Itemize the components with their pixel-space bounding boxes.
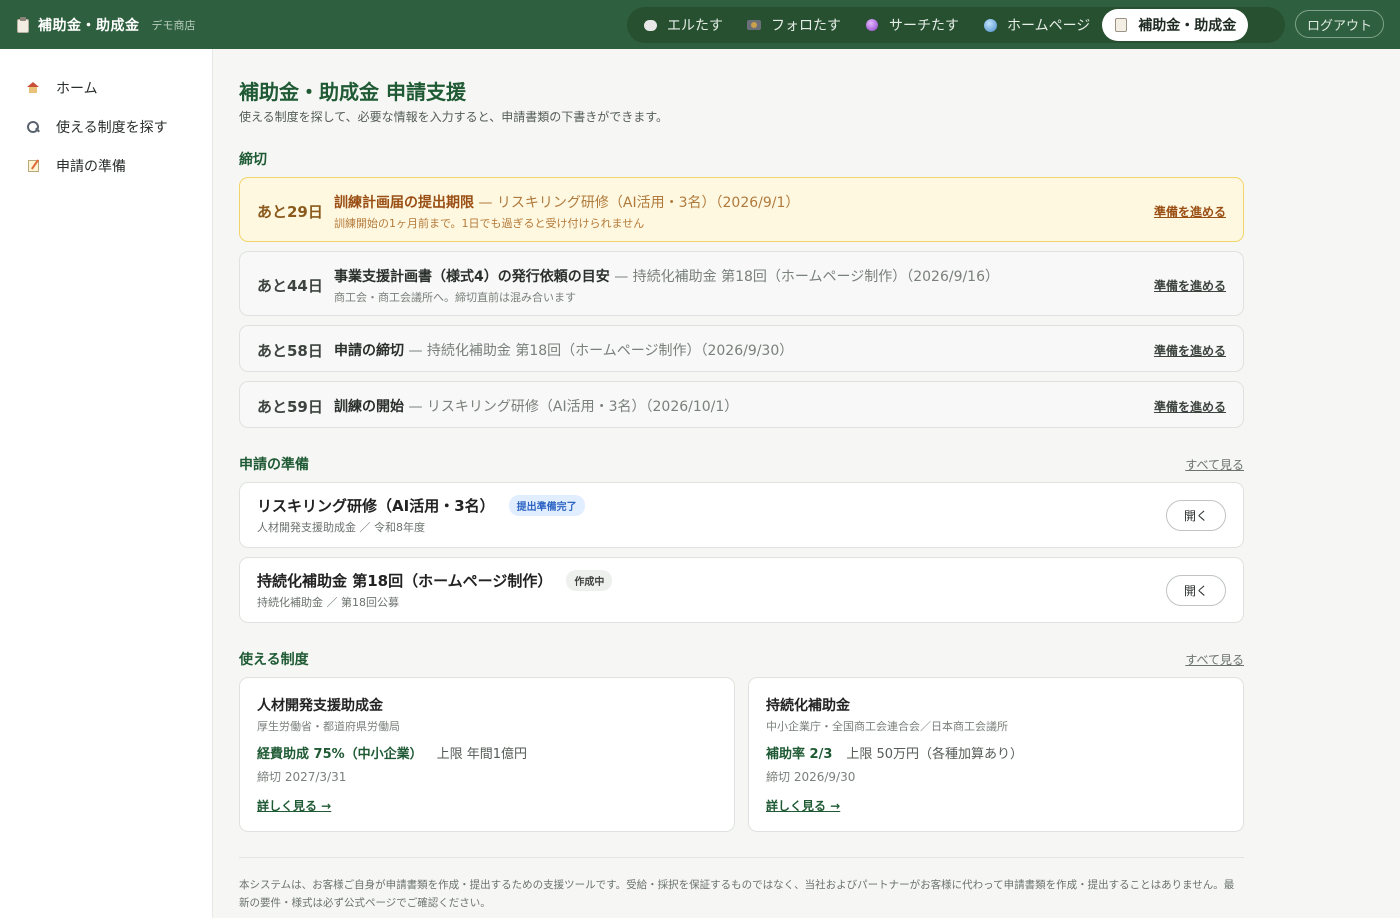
sidebar-item-search[interactable]: 使える制度を探す <box>0 107 212 146</box>
sidebar-item-prepare[interactable]: 申請の準備 <box>0 146 212 185</box>
program-name: 持続化補助金 <box>766 698 850 714</box>
deadline-title: 事業支援計画書（様式4）の発行依頼の目安 <box>334 269 610 285</box>
application-card[interactable]: 持続化補助金 第18回（ホームページ制作） 作成中 持続化補助金 ／ 第18回公募… <box>239 557 1244 623</box>
notepad-icon <box>1114 18 1128 32</box>
deadline-card[interactable]: あと29日 訓練計画届の提出期限 — リスキリング研修（AI活用・3名）（202… <box>239 177 1244 242</box>
globe-icon <box>983 18 997 32</box>
program-rate: 補助率 2/3 <box>766 747 833 762</box>
deadline-note: 商工会・商工会議所へ。締切直前は混み合います <box>334 291 576 304</box>
application-title: リスキリング研修（AI活用・3名） <box>257 497 495 515</box>
deadline-detail: — 持続化補助金 第18回（ホームページ制作）（2026/9/30） <box>408 343 794 359</box>
prepare-link[interactable]: 準備を進める <box>1154 203 1226 220</box>
application-sub: 持続化補助金 ／ 第18回公募 <box>257 596 399 609</box>
program-rate: 経費助成 75%（中小企業） <box>257 747 423 762</box>
deadline-card[interactable]: あと44日 事業支援計画書（様式4）の発行依頼の目安 — 持続化補助金 第18回… <box>239 251 1244 316</box>
application-card[interactable]: リスキリング研修（AI活用・3名） 提出準備完了 人材開発支援助成金 ／ 令和8年… <box>239 482 1244 548</box>
status-badge: 作成中 <box>566 570 613 591</box>
status-badge: 提出準備完了 <box>508 495 585 516</box>
nav-item-subsidy[interactable]: 補助金・助成金 <box>1102 9 1249 41</box>
nav-label: ホームページ <box>1007 18 1091 34</box>
prepare-link[interactable]: 準備を進める <box>1154 342 1226 359</box>
deadline-days: あと29日 <box>257 203 323 221</box>
program-limit: 上限 50万円（各種加算あり） <box>846 747 1024 762</box>
deadline-detail: — リスキリング研修（AI活用・3名）（2026/9/1） <box>478 195 800 211</box>
deadline-detail: — リスキリング研修（AI活用・3名）（2026/10/1） <box>408 399 739 415</box>
deadline-line: 訓練の開始 — リスキリング研修（AI活用・3名）（2026/10/1） <box>334 396 738 416</box>
application-title-row: リスキリング研修（AI活用・3名） 提出準備完了 <box>257 495 585 516</box>
details-link[interactable]: 詳しく見る → <box>257 797 331 814</box>
brand[interactable]: 補助金・助成金 デモ商店 <box>0 0 196 49</box>
brand-title: 補助金・助成金 <box>38 17 140 34</box>
camera-icon <box>747 18 761 32</box>
deadline-title: 訓練の開始 <box>334 399 404 415</box>
deadline-title: 申請の締切 <box>334 343 404 359</box>
deadline-days: あと59日 <box>257 398 323 416</box>
open-button[interactable]: 開く <box>1166 500 1226 531</box>
open-button[interactable]: 開く <box>1166 575 1226 606</box>
clipboard-icon <box>16 16 30 33</box>
deadline-line: 申請の締切 — 持続化補助金 第18回（ホームページ制作）（2026/9/30） <box>334 340 793 360</box>
page-title: 補助金・助成金 申請支援 <box>239 80 466 104</box>
nav-label: フォロたす <box>771 18 841 34</box>
footer-divider <box>239 857 1244 858</box>
programs-heading: 使える制度 <box>239 652 309 668</box>
application-title: 持続化補助金 第18回（ホームページ制作） <box>257 572 553 590</box>
nav-item-homepage[interactable]: ホームページ <box>971 9 1102 41</box>
applications-heading: 申請の準備 <box>239 457 309 473</box>
nav-label: 補助金・助成金 <box>1138 18 1237 34</box>
deadline-days: あと44日 <box>257 277 323 295</box>
application-sub: 人材開発支援助成金 ／ 令和8年度 <box>257 521 425 534</box>
sidebar-item-label: ホーム <box>56 80 98 97</box>
deadline-note: 訓練開始の1ヶ月前まで。1日でも過ぎると受け付けられません <box>334 217 645 230</box>
program-card: 人材開発支援助成金 厚生労働省・都道府県労働局 経費助成 75%（中小企業） 上限… <box>239 677 735 832</box>
program-card: 持続化補助金 中小企業庁・全国商工会連合会／日本商工会議所 補助率 2/3 上限 … <box>748 677 1244 832</box>
nav-label: サーチたす <box>889 18 959 34</box>
sidebar-item-label: 申請の準備 <box>56 158 126 175</box>
deadline-line: 訓練計画届の提出期限 — リスキリング研修（AI活用・3名）（2026/9/1） <box>334 192 799 212</box>
sidebar: ホーム 使える制度を探す 申請の準備 <box>0 49 213 918</box>
speech-bubble-icon <box>643 18 657 32</box>
deadline-detail: — 持続化補助金 第18回（ホームページ制作）（2026/9/16） <box>614 269 1000 285</box>
program-rate-row: 経費助成 75%（中小企業） 上限 年間1億円 <box>257 743 527 762</box>
program-deadline: 締切 2027/3/31 <box>257 770 347 784</box>
top-nav: エルたす フォロたす サーチたす ホームページ 補助金・助成金 <box>627 7 1285 43</box>
logout-button[interactable]: ログアウト <box>1295 10 1384 38</box>
nav-item-erutasu[interactable]: エルたす <box>631 9 735 41</box>
nav-item-forotasu[interactable]: フォロたす <box>735 9 853 41</box>
deadline-card[interactable]: あと59日 訓練の開始 — リスキリング研修（AI活用・3名）（2026/10/… <box>239 381 1244 428</box>
sidebar-item-home[interactable]: ホーム <box>0 68 212 107</box>
deadline-line: 事業支援計画書（様式4）の発行依頼の目安 — 持続化補助金 第18回（ホームペー… <box>334 266 999 286</box>
deadline-card[interactable]: あと58日 申請の締切 — 持続化補助金 第18回（ホームページ制作）（2026… <box>239 325 1244 372</box>
program-limit: 上限 年間1億円 <box>436 747 528 762</box>
top-header: 補助金・助成金 デモ商店 エルたす フォロたす サーチたす ホームページ 補助金… <box>0 0 1400 49</box>
deadline-days: あと58日 <box>257 342 323 360</box>
program-org: 中小企業庁・全国商工会連合会／日本商工会議所 <box>766 720 1008 733</box>
program-org: 厚生労働省・都道府県労働局 <box>257 720 400 733</box>
nav-item-searchtasu[interactable]: サーチたす <box>853 9 971 41</box>
memo-icon <box>26 159 40 173</box>
programs-see-all-link[interactable]: すべて見る <box>1185 651 1244 668</box>
crystal-ball-icon <box>865 18 879 32</box>
details-link[interactable]: 詳しく見る → <box>766 797 840 814</box>
program-name: 人材開発支援助成金 <box>257 698 383 714</box>
deadline-title: 訓練計画届の提出期限 <box>334 195 474 211</box>
shop-name: デモ商店 <box>151 18 196 32</box>
deadlines-heading: 締切 <box>239 152 267 168</box>
sidebar-item-label: 使える制度を探す <box>56 119 168 136</box>
footer-disclaimer: 本システムは、お客様ご自身が申請書類を作成・提出するための支援ツールです。受給・… <box>239 879 1235 909</box>
program-rate-row: 補助率 2/3 上限 50万円（各種加算あり） <box>766 743 1023 762</box>
magnifier-icon <box>26 120 40 134</box>
house-icon <box>26 81 40 95</box>
prepare-link[interactable]: 準備を進める <box>1154 277 1226 294</box>
application-title-row: 持続化補助金 第18回（ホームページ制作） 作成中 <box>257 570 613 591</box>
program-deadline: 締切 2026/9/30 <box>766 770 856 784</box>
page-description: 使える制度を探して、必要な情報を入力すると、申請書類の下書きができます。 <box>239 110 669 124</box>
prepare-link[interactable]: 準備を進める <box>1154 398 1226 415</box>
applications-see-all-link[interactable]: すべて見る <box>1185 456 1244 473</box>
nav-label: エルたす <box>667 18 723 34</box>
